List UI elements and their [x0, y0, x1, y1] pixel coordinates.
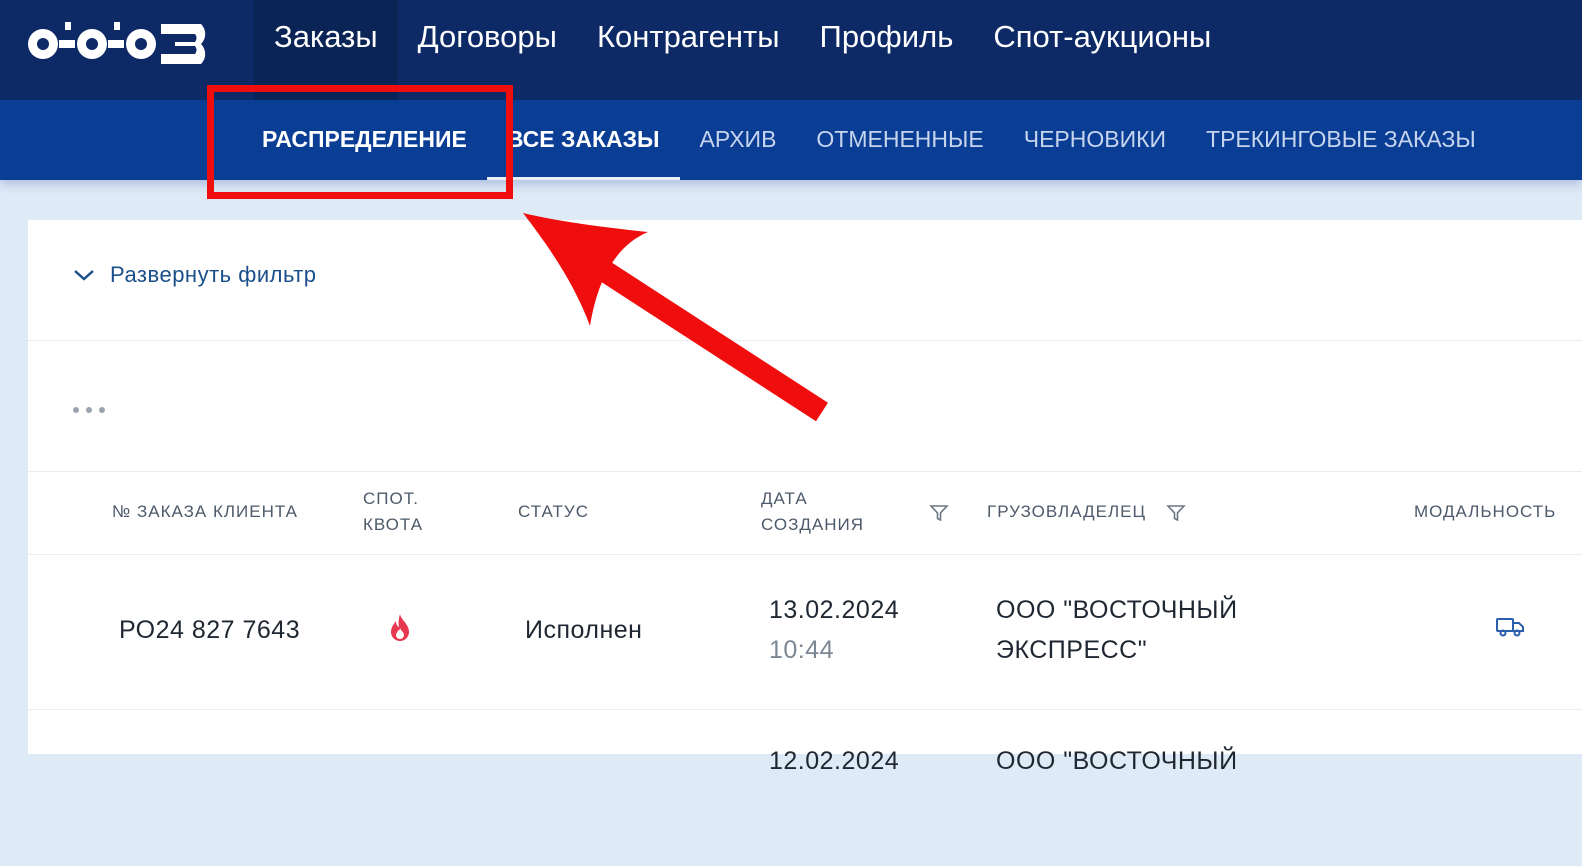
pointer-arrow-icon [523, 213, 828, 422]
